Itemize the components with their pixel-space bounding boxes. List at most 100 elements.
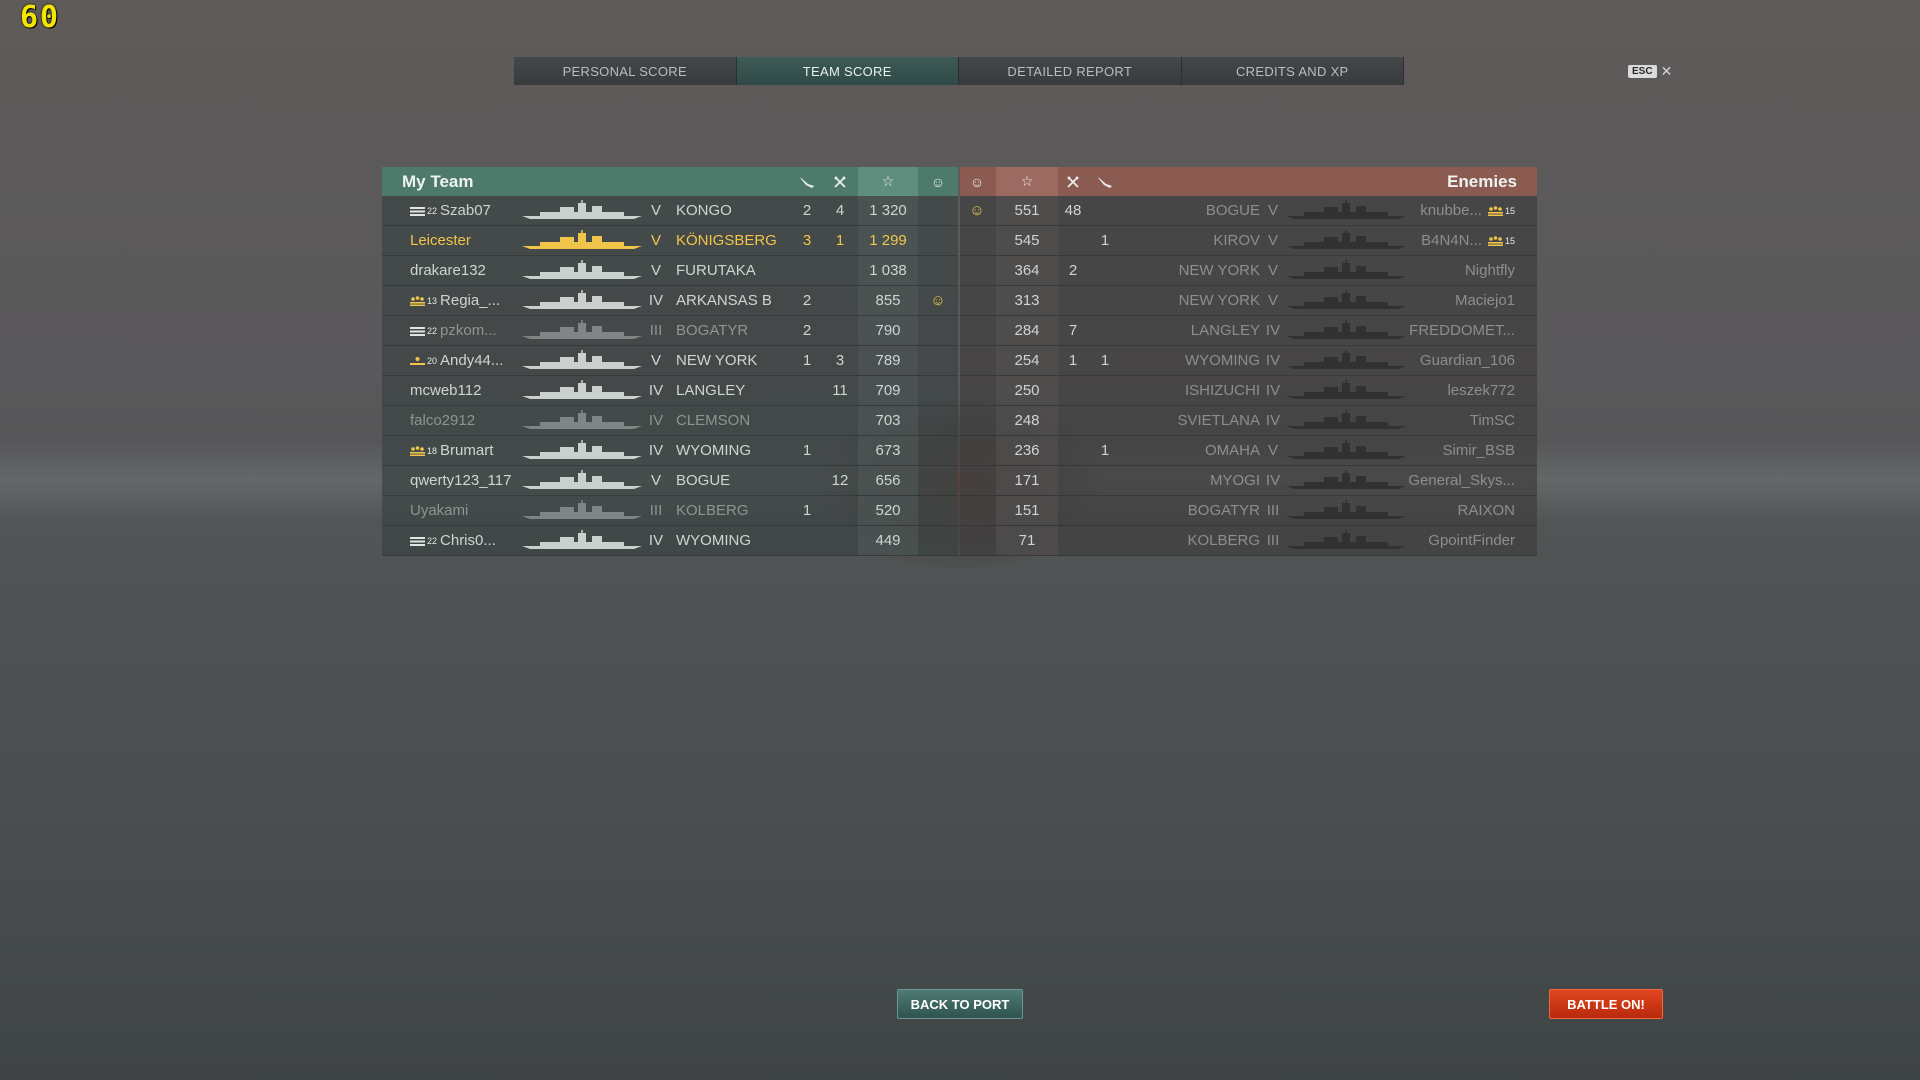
enemy-row[interactable]: 151 BOGATYR III RAIXON: [960, 496, 1537, 526]
player-name: RAIXON: [1457, 502, 1515, 519]
ships-destroyed: [826, 286, 854, 315]
my-team-row[interactable]: Leicester V KÖNIGSBERG 3 1 1 299: [382, 226, 958, 256]
tab-personal-score[interactable]: PERSONAL SCORE: [514, 57, 737, 85]
ship-name: KONGO: [676, 202, 732, 219]
player-cell: leszek772: [1410, 376, 1515, 405]
battle-on-button[interactable]: BATTLE ON!: [1549, 989, 1663, 1019]
planes-destroyed: 2: [802, 322, 812, 339]
enemy-row[interactable]: 284 7 LANGLEY IV FREDDOMET...: [960, 316, 1537, 346]
player-name: leszek772: [1447, 382, 1515, 399]
player-cell: TimSC: [1410, 406, 1515, 435]
base-xp: 709: [858, 376, 918, 405]
ship-name: WYOMING: [1185, 352, 1260, 369]
enemy-row[interactable]: 71 KOLBERG III GpointFinder: [960, 526, 1537, 556]
ship-silhouette: [522, 200, 642, 224]
player-cell: Guardian_106: [1410, 346, 1515, 375]
my-team-row[interactable]: 20 Andy44... V NEW YORK 1 3 789: [382, 346, 958, 376]
status-cell: [918, 466, 958, 495]
esc-close-button[interactable]: ESC ✕: [1628, 63, 1672, 80]
ship-silhouette: [1286, 380, 1406, 404]
enemy-row[interactable]: 236 1 OMAHA V Simir_BSB: [960, 436, 1537, 466]
enemy-row[interactable]: 364 2 NEW YORK V Nightfly: [960, 256, 1537, 286]
status-cell: [960, 496, 994, 525]
ship-name: SVIETLANA: [1177, 412, 1260, 429]
base-xp: 284: [996, 316, 1058, 345]
base-xp: 313: [996, 286, 1058, 315]
ship-tier: V: [1267, 232, 1278, 249]
my-team-row[interactable]: 22 Szab07 V KONGO 2 4 1 320: [382, 196, 958, 226]
ship-tier: III: [649, 502, 663, 519]
rank-number: 22: [427, 205, 438, 216]
tab-team-score[interactable]: TEAM SCORE: [736, 57, 959, 85]
planes-destroyed: [1090, 526, 1120, 555]
star-icon: ☆: [996, 167, 1058, 196]
my-team-row[interactable]: drakare132 V FURUTAKA 1 038: [382, 256, 958, 286]
player-name: Guardian_106: [1419, 352, 1515, 369]
ship-tier: IV: [648, 442, 664, 459]
my-team-row[interactable]: falco2912 IV CLEMSON 703: [382, 406, 958, 436]
ship-silhouette: [522, 320, 642, 344]
ships-destroyed: [1058, 466, 1088, 495]
my-team-row[interactable]: 22 Chris0... IV WYOMING 449: [382, 526, 958, 556]
back-to-port-button[interactable]: BACK TO PORT: [897, 989, 1023, 1019]
ship-silhouette: [1286, 500, 1406, 524]
player-cell: mcweb112: [410, 376, 502, 405]
status-cell: [960, 316, 994, 345]
team-score-board: My Team ☆ ☺ ☺ ☆ Enemies 22 Szab07 V KONGO 2 4…: [382, 167, 1537, 556]
ship-name: BOGATYR: [676, 322, 749, 339]
plane-icon: [792, 167, 822, 196]
ship-name: KOLBERG: [676, 502, 749, 519]
my-team-row[interactable]: qwerty123_117 V BOGUE 12 656: [382, 466, 958, 496]
ship-tier: III: [1266, 502, 1280, 519]
enemy-row[interactable]: 171 MYOGI IV General_Skys...: [960, 466, 1537, 496]
player-cell: FREDDOMET...: [1409, 316, 1515, 345]
enemy-row[interactable]: 248 SVIETLANA IV TimSC: [960, 406, 1537, 436]
player-name: mcweb112: [410, 382, 482, 399]
enemy-row[interactable]: 250 ISHIZUCHI IV leszek772: [960, 376, 1537, 406]
enemy-row[interactable]: ☺ 551 48 BOGUE Vknubbe... 15: [960, 196, 1537, 226]
base-xp: 449: [858, 526, 918, 555]
rank-badge: 18: [410, 446, 437, 456]
rank-badge: 13: [410, 296, 437, 306]
results-tabs: PERSONAL SCORE TEAM SCORE DETAILED REPOR…: [514, 57, 1404, 85]
enemy-row[interactable]: 254 1 1 WYOMING IV Guardian_106: [960, 346, 1537, 376]
status-cell: [918, 196, 958, 225]
enemies-title: Enemies: [1447, 171, 1517, 191]
player-cell: GpointFinder: [1410, 526, 1515, 555]
player-name: qwerty123_117: [410, 472, 512, 489]
ship-silhouette: [522, 530, 642, 554]
planes-destroyed: [792, 466, 822, 495]
ship-name: WYOMING: [676, 532, 751, 549]
planes-destroyed: [1090, 376, 1120, 405]
status-cell: [918, 256, 958, 285]
ship-silhouette: [522, 290, 642, 314]
ship-tier: V: [650, 262, 661, 279]
my-team-row[interactable]: 13 Regia_... IV ARKANSAS B 2 855 ☺: [382, 286, 958, 316]
planes-destroyed: 2: [802, 202, 812, 219]
ship-tier: V: [650, 202, 661, 219]
ships-destroyed: [1058, 436, 1088, 465]
ship-tier: IV: [1265, 412, 1281, 429]
rank-icon: [1487, 235, 1503, 246]
ships-destroyed: [826, 406, 854, 435]
tab-credits-and-xp[interactable]: CREDITS AND XP: [1181, 57, 1404, 85]
my-team-row[interactable]: Uyakami III KOLBERG 1 520: [382, 496, 958, 526]
enemy-row[interactable]: 313 NEW YORK V Maciejo1: [960, 286, 1537, 316]
my-team-row[interactable]: 22 pzkom... III BOGATYR 2 790: [382, 316, 958, 346]
tab-detailed-report[interactable]: DETAILED REPORT: [959, 57, 1182, 85]
my-team-row[interactable]: mcweb112 IV LANGLEY 11 709: [382, 376, 958, 406]
rank-number: 15: [1504, 235, 1515, 246]
status-cell: [918, 526, 958, 555]
rank-icon: [410, 326, 425, 336]
my-team-list: 22 Szab07 V KONGO 2 4 1 320 Leicester V KÖNIGSBER…: [382, 196, 958, 556]
enemy-row[interactable]: 545 1 KIROV V B4N4N... 15: [960, 226, 1537, 256]
player-name: falco2912: [410, 412, 476, 429]
my-team-row[interactable]: 18 Brumart IV WYOMING 1 673: [382, 436, 958, 466]
status-cell: [918, 436, 958, 465]
smiley-icon: ☺: [969, 173, 985, 190]
planes-destroyed: [792, 526, 822, 555]
player-cell: Nightfly: [1410, 256, 1515, 285]
player-name: Brumart: [440, 442, 494, 459]
ships-destroyed: 12: [831, 472, 849, 489]
enemies-list: ☺ 551 48 BOGUE Vknubbe... 15 545 1 KIROV V B4N4N..…: [960, 196, 1537, 556]
